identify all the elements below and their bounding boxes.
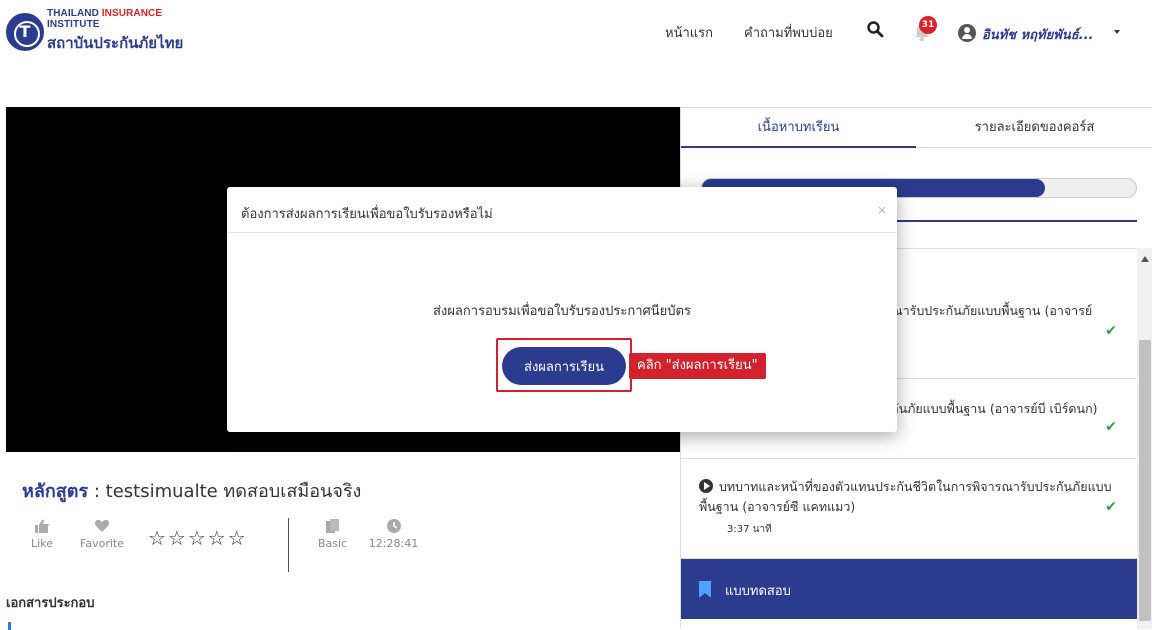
documents-heading: เอกสารประกอบ (6, 596, 95, 611)
stat-divider (288, 518, 289, 572)
check-icon: ✔ (1105, 499, 1117, 515)
star-rating[interactable]: ☆☆☆☆☆ (148, 526, 248, 550)
notification-badge[interactable]: 31 (919, 16, 937, 34)
logo-en-insurance: INSURANCE (101, 8, 163, 19)
user-name[interactable]: อินทัช หฤทัยพันธ์... (982, 24, 1093, 45)
lesson-title: กันภัยแบบพื้นฐาน (อาจารย์บี เบิร์ดนก) (891, 401, 1098, 416)
scroll-up-arrow-icon[interactable] (1141, 256, 1149, 262)
bookmark-icon (699, 581, 711, 598)
course-duration-value: 12:28:41 (368, 537, 419, 550)
document-copy-icon (325, 519, 339, 533)
tab-lesson-content[interactable]: เนื้อหาบทเรียน (681, 108, 916, 148)
play-icon (699, 479, 713, 493)
lesson-title-row: บทบาทและหน้าที่ของตัวแทนประกันชีวิตในการ… (699, 477, 1125, 517)
submit-results-button[interactable]: ส่งผลการเรียน (502, 347, 626, 385)
lesson-title: บทบาทและหน้าที่ของตัวแทนประกันชีวิตในการ… (699, 479, 1112, 514)
dialog-title: ต้องการส่งผลการเรียนเพื่อขอใบรับรองหรือไ… (241, 207, 493, 222)
dialog-message: ส่งผลการอบรมเพื่อขอใบรับรองประกาศนียบัตร (433, 304, 691, 319)
logo-th: สถาบันประกันภัยไทย (47, 34, 184, 52)
like-button[interactable]: Like (22, 518, 62, 550)
logo-emblem-icon: T (6, 12, 44, 51)
logo-text: THAILAND INSURANCE INSTITUTE สถาบันประกั… (47, 8, 183, 55)
user-avatar-icon[interactable] (958, 24, 976, 42)
click-hint-label: คลิก "ส่งผลการเรียน" (629, 353, 766, 379)
check-icon: ✔ (1105, 419, 1117, 435)
quiz-label: แบบทดสอบ (725, 584, 791, 599)
thumbs-up-icon (35, 519, 49, 533)
document-link-marker (8, 622, 11, 630)
course-level: Basic (310, 518, 355, 550)
scroll-thumb[interactable] (1139, 340, 1151, 621)
course-title-label: หลักสูตร (22, 481, 89, 502)
lesson-scrollbar[interactable] (1137, 248, 1152, 629)
course-level-label: Basic (317, 537, 348, 550)
logo-en-institute: INSTITUTE (47, 19, 100, 30)
dialog-divider (227, 232, 897, 233)
course-title-separator: : (88, 481, 106, 502)
search-icon[interactable] (866, 20, 884, 38)
check-icon: ✔ (1105, 323, 1117, 339)
submit-results-dialog: ต้องการส่งผลการเรียนเพื่อขอใบรับรองหรือไ… (227, 187, 897, 432)
clock-icon (386, 519, 401, 533)
site-logo[interactable]: T THAILAND INSURANCE INSTITUTE สถาบันประ… (6, 8, 183, 55)
course-title: หลักสูตร : testsimualte ทดสอบเสมือนจริง (22, 476, 361, 505)
quiz-section[interactable]: แบบทดสอบ (681, 559, 1137, 619)
favorite-button[interactable]: Favorite (72, 518, 132, 550)
course-duration: 12:28:41 (366, 518, 421, 550)
logo-en-thailand: THAILAND (47, 8, 99, 19)
lesson-duration: 3:37 นาที (727, 524, 772, 535)
heart-icon (94, 520, 110, 532)
nav-home-link[interactable]: หน้าแรก (665, 22, 713, 43)
lesson-item[interactable]: บทบาทและหน้าที่ของตัวแทนประกันชีวิตในการ… (681, 459, 1137, 559)
lesson-title: ณารับประกันภัยแบบพื้นฐาน (อาจารย์ (891, 303, 1093, 318)
favorite-label: Favorite (80, 537, 124, 550)
like-label: Like (31, 537, 53, 550)
nav-faq-link[interactable]: คำถามที่พบบ่อย (744, 22, 833, 43)
tab-course-detail[interactable]: รายละเอียดของคอร์ส (916, 108, 1152, 148)
close-icon[interactable]: × (877, 203, 887, 217)
chevron-down-icon[interactable] (1114, 30, 1120, 34)
top-header: T THAILAND INSURANCE INSTITUTE สถาบันประ… (0, 0, 1152, 80)
course-title-name: testsimualte ทดสอบเสมือนจริง (105, 481, 362, 502)
